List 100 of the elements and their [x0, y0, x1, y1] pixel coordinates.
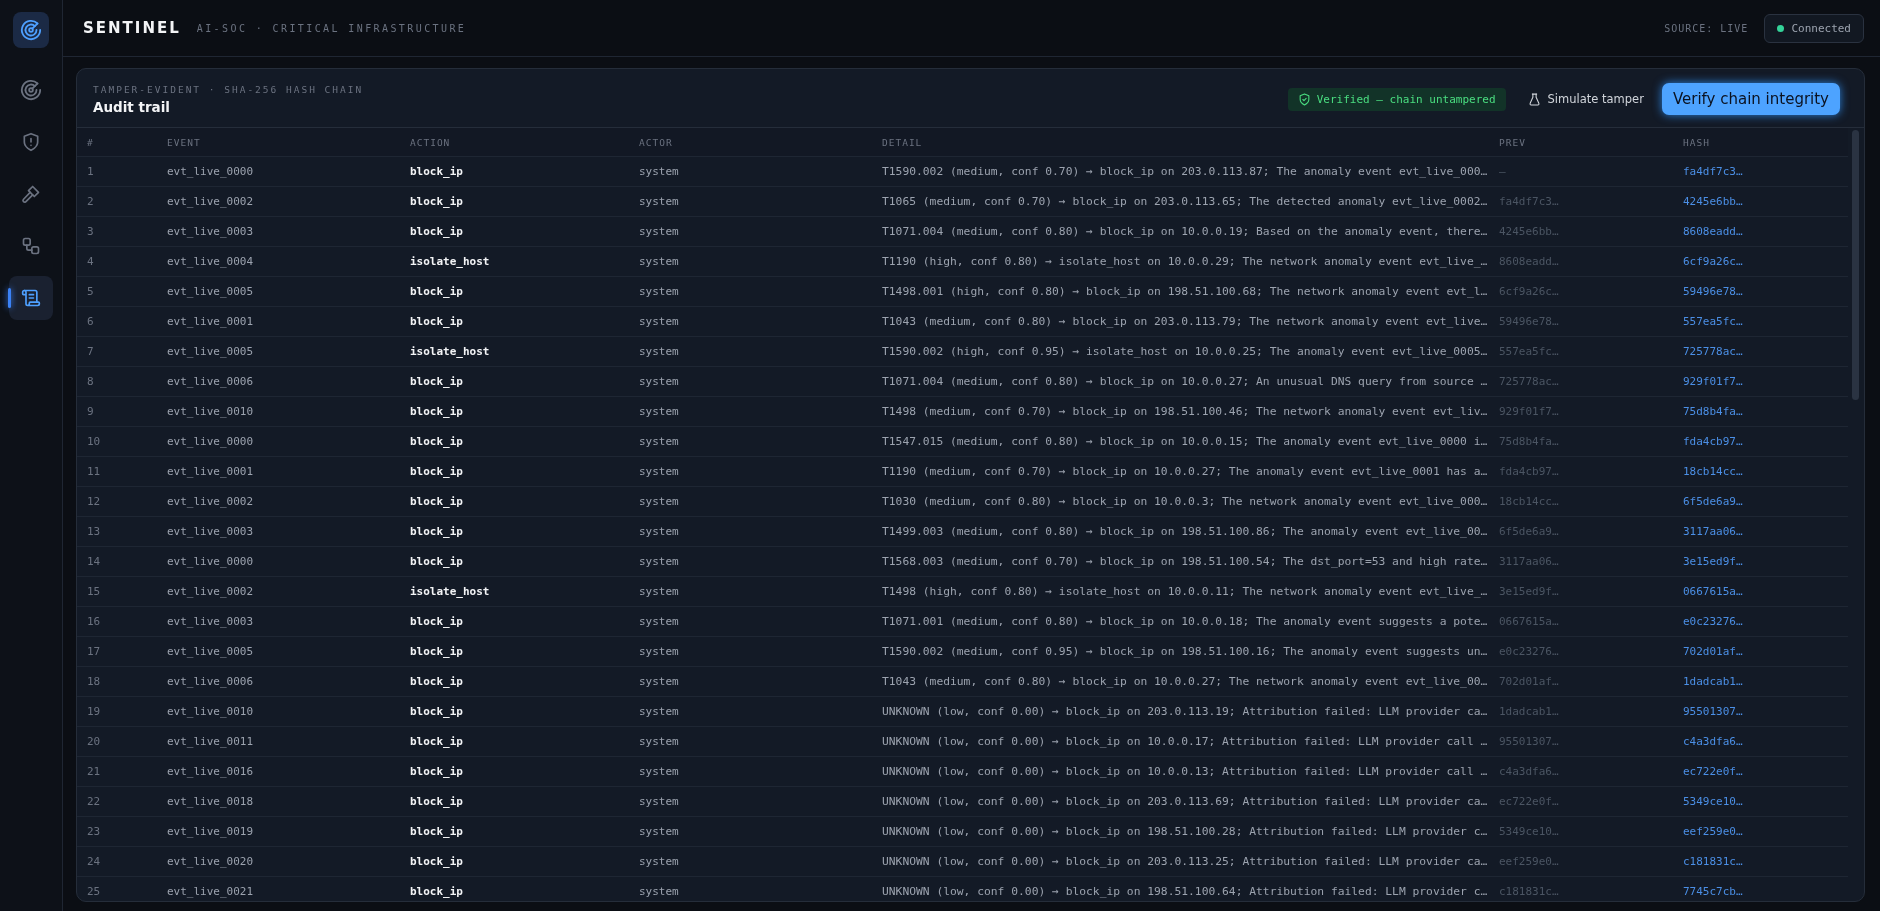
- scrollbar[interactable]: [1852, 130, 1859, 400]
- row-number: 16: [87, 615, 102, 628]
- table-cell-text: system: [639, 525, 680, 538]
- table-cell-text: c4a3dfa6…: [1683, 735, 1744, 748]
- table-cell-text: 8608eadd…: [1499, 255, 1560, 268]
- row-number: 9: [87, 405, 95, 418]
- table-cell-text: T1190 (medium, conf 0.70) → block_ip on 10.0.0.27; The anomaly event evt_live_0001 has a…: [882, 465, 1489, 478]
- table-cell-text: 4245e6bb…: [1683, 195, 1744, 208]
- table-cell-text: block_ip: [410, 435, 464, 448]
- table-cell-text: evt_live_0000: [167, 435, 255, 448]
- row-number: 10: [87, 435, 102, 448]
- table-cell-text: evt_live_0001: [167, 315, 255, 328]
- table-cell-text: evt_live_0005: [167, 285, 255, 298]
- source-label: SOURCE: LIVE: [1664, 22, 1749, 34]
- table-cell-text: block_ip: [410, 375, 464, 388]
- table-cell-text: isolate_host: [410, 585, 491, 598]
- table-cell-text: evt_live_0003: [167, 525, 255, 538]
- table-cell-text: T1071.001 (medium, conf 0.80) → block_ip on 10.0.0.18; The anomaly event suggests a pote…: [882, 615, 1489, 628]
- table-cell-text: block_ip: [410, 645, 464, 658]
- scroll-icon: [21, 288, 41, 308]
- table-cell-text: system: [639, 765, 680, 778]
- table-cell-text: block_ip: [410, 465, 464, 478]
- table-cell-text: system: [639, 675, 680, 688]
- row-number: 4: [87, 255, 95, 268]
- table-cell-text: 7745c7cb…: [1683, 885, 1744, 898]
- table-cell-text: T1498.001 (high, conf 0.80) → block_ip on 198.51.100.68; The network anomaly event evt_l…: [882, 285, 1489, 298]
- table-cell-text: isolate_host: [410, 255, 491, 268]
- row-number: 17: [87, 645, 102, 658]
- table-cell-text: T1568.003 (medium, conf 0.70) → block_ip on 198.51.100.54; The dst_port=53 and high rate…: [882, 555, 1489, 568]
- radar-icon: [20, 79, 42, 101]
- shield-alert-icon: [21, 132, 41, 152]
- table-cell-text: e0c23276…: [1683, 615, 1744, 628]
- table-cell-text: T1043 (medium, conf 0.80) → block_ip on 203.0.113.79; The network anomaly event evt_live…: [882, 315, 1489, 328]
- shield-check-icon: [1297, 92, 1311, 106]
- row-number: 25: [87, 885, 102, 898]
- table-cell-text: system: [639, 495, 680, 508]
- column-header: EVENT: [167, 136, 202, 148]
- table-cell-text: 929f01f7…: [1683, 375, 1744, 388]
- table-cell-text: e0c23276…: [1499, 645, 1560, 658]
- logo-icon[interactable]: [13, 12, 49, 48]
- table-cell-text: system: [639, 225, 680, 238]
- table-cell-text: evt_live_0020: [167, 855, 255, 868]
- connection-status: Connected: [1764, 13, 1864, 43]
- table-cell-text: UNKNOWN (low, conf 0.00) → block_ip on 10.0.0.17; Attribution failed: LLM provider call …: [882, 735, 1489, 748]
- table-cell-text: UNKNOWN (low, conf 0.00) → block_ip on 10.0.0.13; Attribution failed: LLM provider call …: [882, 765, 1489, 778]
- table-cell-text: evt_live_0003: [167, 225, 255, 238]
- table-cell-text: 557ea5fc…: [1499, 345, 1560, 358]
- table-cell-text: system: [639, 585, 680, 598]
- verify-button[interactable]: Verify chain integrity: [1661, 83, 1840, 115]
- table-cell-text: T1071.004 (medium, conf 0.80) → block_ip on 10.0.0.19; Based on the anomaly event, there…: [882, 225, 1489, 238]
- table-cell-text: system: [639, 795, 680, 808]
- table-cell-text: evt_live_0019: [167, 825, 255, 838]
- table-cell-text: 59496e78…: [1683, 285, 1744, 298]
- table-cell-text: 5349ce10…: [1499, 825, 1560, 838]
- table-cell-text: —: [1499, 165, 1507, 178]
- simulate-tamper-button[interactable]: Simulate tamper: [1519, 86, 1652, 112]
- table-cell-text: fda4cb97…: [1499, 465, 1560, 478]
- table-cell-text: evt_live_0010: [167, 705, 255, 718]
- table-cell-text: evt_live_0002: [167, 495, 255, 508]
- table-cell-text: evt_live_0001: [167, 465, 255, 478]
- table-cell-text: evt_live_0005: [167, 345, 255, 358]
- table-cell-text: T1499.003 (medium, conf 0.80) → block_ip on 198.51.100.86; The anomaly event evt_live_00…: [882, 525, 1489, 538]
- table-cell-text: c181831c…: [1499, 885, 1560, 898]
- table-cell-text: block_ip: [410, 855, 464, 868]
- table-cell-text: 1dadcab1…: [1683, 675, 1744, 688]
- table-cell-text: 702d01af…: [1683, 645, 1744, 658]
- table-cell-text: T1498 (high, conf 0.80) → isolate_host on 10.0.0.11; The network anomaly event evt_live_…: [882, 585, 1489, 598]
- table-cell-text: system: [639, 885, 680, 898]
- table-cell-text: 18cb14cc…: [1683, 465, 1744, 478]
- table-cell-text: system: [639, 315, 680, 328]
- table-cell-text: eef259e0…: [1683, 825, 1744, 838]
- row-number: 13: [87, 525, 102, 538]
- table-cell-text: 557ea5fc…: [1683, 315, 1744, 328]
- panel-eyebrow: TAMPER-EVIDENT · SHA-256 HASH CHAIN: [93, 83, 364, 95]
- verified-badge: Verified — chain untampered: [1287, 87, 1506, 111]
- flow-icon: [21, 236, 41, 256]
- column-header: DETAIL: [882, 136, 924, 148]
- table-cell-text: T1190 (high, conf 0.80) → isolate_host on 10.0.0.29; The network anomaly event evt_live_…: [882, 255, 1489, 268]
- table-cell-text: evt_live_0000: [167, 555, 255, 568]
- table-cell-text: evt_live_0002: [167, 195, 255, 208]
- row-number: 18: [87, 675, 102, 688]
- table-cell-text: UNKNOWN (low, conf 0.00) → block_ip on 203.0.113.19; Attribution failed: LLM provider ca…: [882, 705, 1489, 718]
- table-cell-text: evt_live_0018: [167, 795, 255, 808]
- table-cell-text: block_ip: [410, 885, 464, 898]
- table-cell-text: T1590.002 (medium, conf 0.95) → block_ip on 198.51.100.16; The anomaly event suggests un…: [882, 645, 1489, 658]
- table-cell-text: block_ip: [410, 495, 464, 508]
- row-number: 11: [87, 465, 102, 478]
- table-cell-text: block_ip: [410, 405, 464, 418]
- row-number: 21: [87, 765, 102, 778]
- sidebar-item[interactable]: [9, 276, 53, 320]
- row-number: 7: [87, 345, 95, 358]
- table-cell-text: 5349ce10…: [1683, 795, 1744, 808]
- table-cell-text: 725778ac…: [1499, 375, 1560, 388]
- table-cell-text: block_ip: [410, 735, 464, 748]
- table-cell-text: block_ip: [410, 165, 464, 178]
- table-cell-text: system: [639, 855, 680, 868]
- table-cell-text: block_ip: [410, 225, 464, 238]
- table-cell-text: system: [639, 645, 680, 658]
- table-cell-text: UNKNOWN (low, conf 0.00) → block_ip on 203.0.113.69; Attribution failed: LLM provider ca…: [882, 795, 1489, 808]
- table-cell-text: system: [639, 405, 680, 418]
